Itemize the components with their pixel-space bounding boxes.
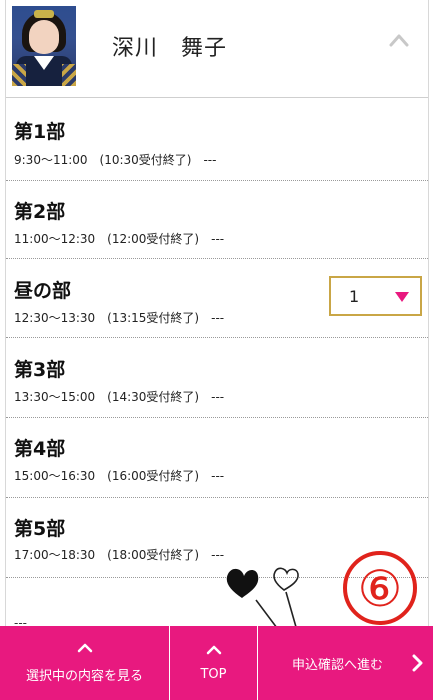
session-title: 第1部 (14, 121, 66, 143)
member-name: 深川 舞子 (112, 36, 228, 61)
avatar (12, 6, 76, 86)
chevron-up-icon (77, 643, 92, 652)
quantity-value: 1 (349, 287, 360, 306)
quantity-select[interactable]: 1 (329, 276, 422, 316)
view-selection-button[interactable]: 選択中の内容を見る (0, 626, 170, 700)
session-row: 第3部 13:30～15:00 (14:30受付終了) --- (6, 338, 428, 418)
session-row: 昼の部 12:30～13:30 (13:15受付終了) --- 1 (6, 259, 428, 338)
session-row: 第1部 9:30～11:00 (10:30受付終了) --- (6, 99, 428, 181)
session-row: 第4部 15:00～16:30 (16:00受付終了) --- (6, 418, 428, 498)
step-number: ⑥ (358, 560, 403, 618)
step-number-badge: ⑥ (343, 551, 417, 625)
application-screen: 深川 舞子 第1部 9:30～11:00 (10:30受付終了) --- 第2部… (0, 0, 433, 700)
session-row: 第2部 11:00～12:30 (12:00受付終了) --- (6, 181, 428, 259)
session-time: 12:30～13:30 (13:15受付終了) --- (14, 311, 225, 325)
chevron-up-icon[interactable] (388, 32, 410, 48)
bottom-action-bar: 選択中の内容を見る TOP 申込確認へ進む (0, 626, 433, 700)
proceed-label: 申込確認へ進む (292, 657, 384, 673)
session-title: 昼の部 (14, 280, 72, 302)
session-title: 第3部 (14, 359, 66, 381)
session-title: 第5部 (14, 518, 66, 540)
session-time: 15:00～16:30 (16:00受付終了) --- (14, 469, 225, 483)
proceed-to-confirm-button[interactable]: 申込確認へ進む (258, 626, 433, 700)
view-selection-label: 選択中の内容を見る (25, 668, 143, 684)
session-time: 9:30～11:00 (10:30受付終了) --- (14, 153, 217, 167)
session-time: 13:30～15:00 (14:30受付終了) --- (14, 390, 225, 404)
top-button[interactable]: TOP (170, 626, 258, 700)
chevron-up-icon (206, 645, 221, 654)
chevron-right-icon (412, 654, 423, 672)
member-header[interactable]: 深川 舞子 (6, 0, 428, 98)
session-time: 11:00～12:30 (12:00受付終了) --- (14, 232, 225, 246)
session-time: 17:00～18:30 (18:00受付終了) --- (14, 548, 225, 562)
session-title: 第2部 (14, 201, 66, 223)
top-label: TOP (200, 666, 227, 682)
session-title: 第4部 (14, 438, 66, 460)
right-border (428, 0, 429, 630)
triangle-down-icon (395, 292, 409, 302)
